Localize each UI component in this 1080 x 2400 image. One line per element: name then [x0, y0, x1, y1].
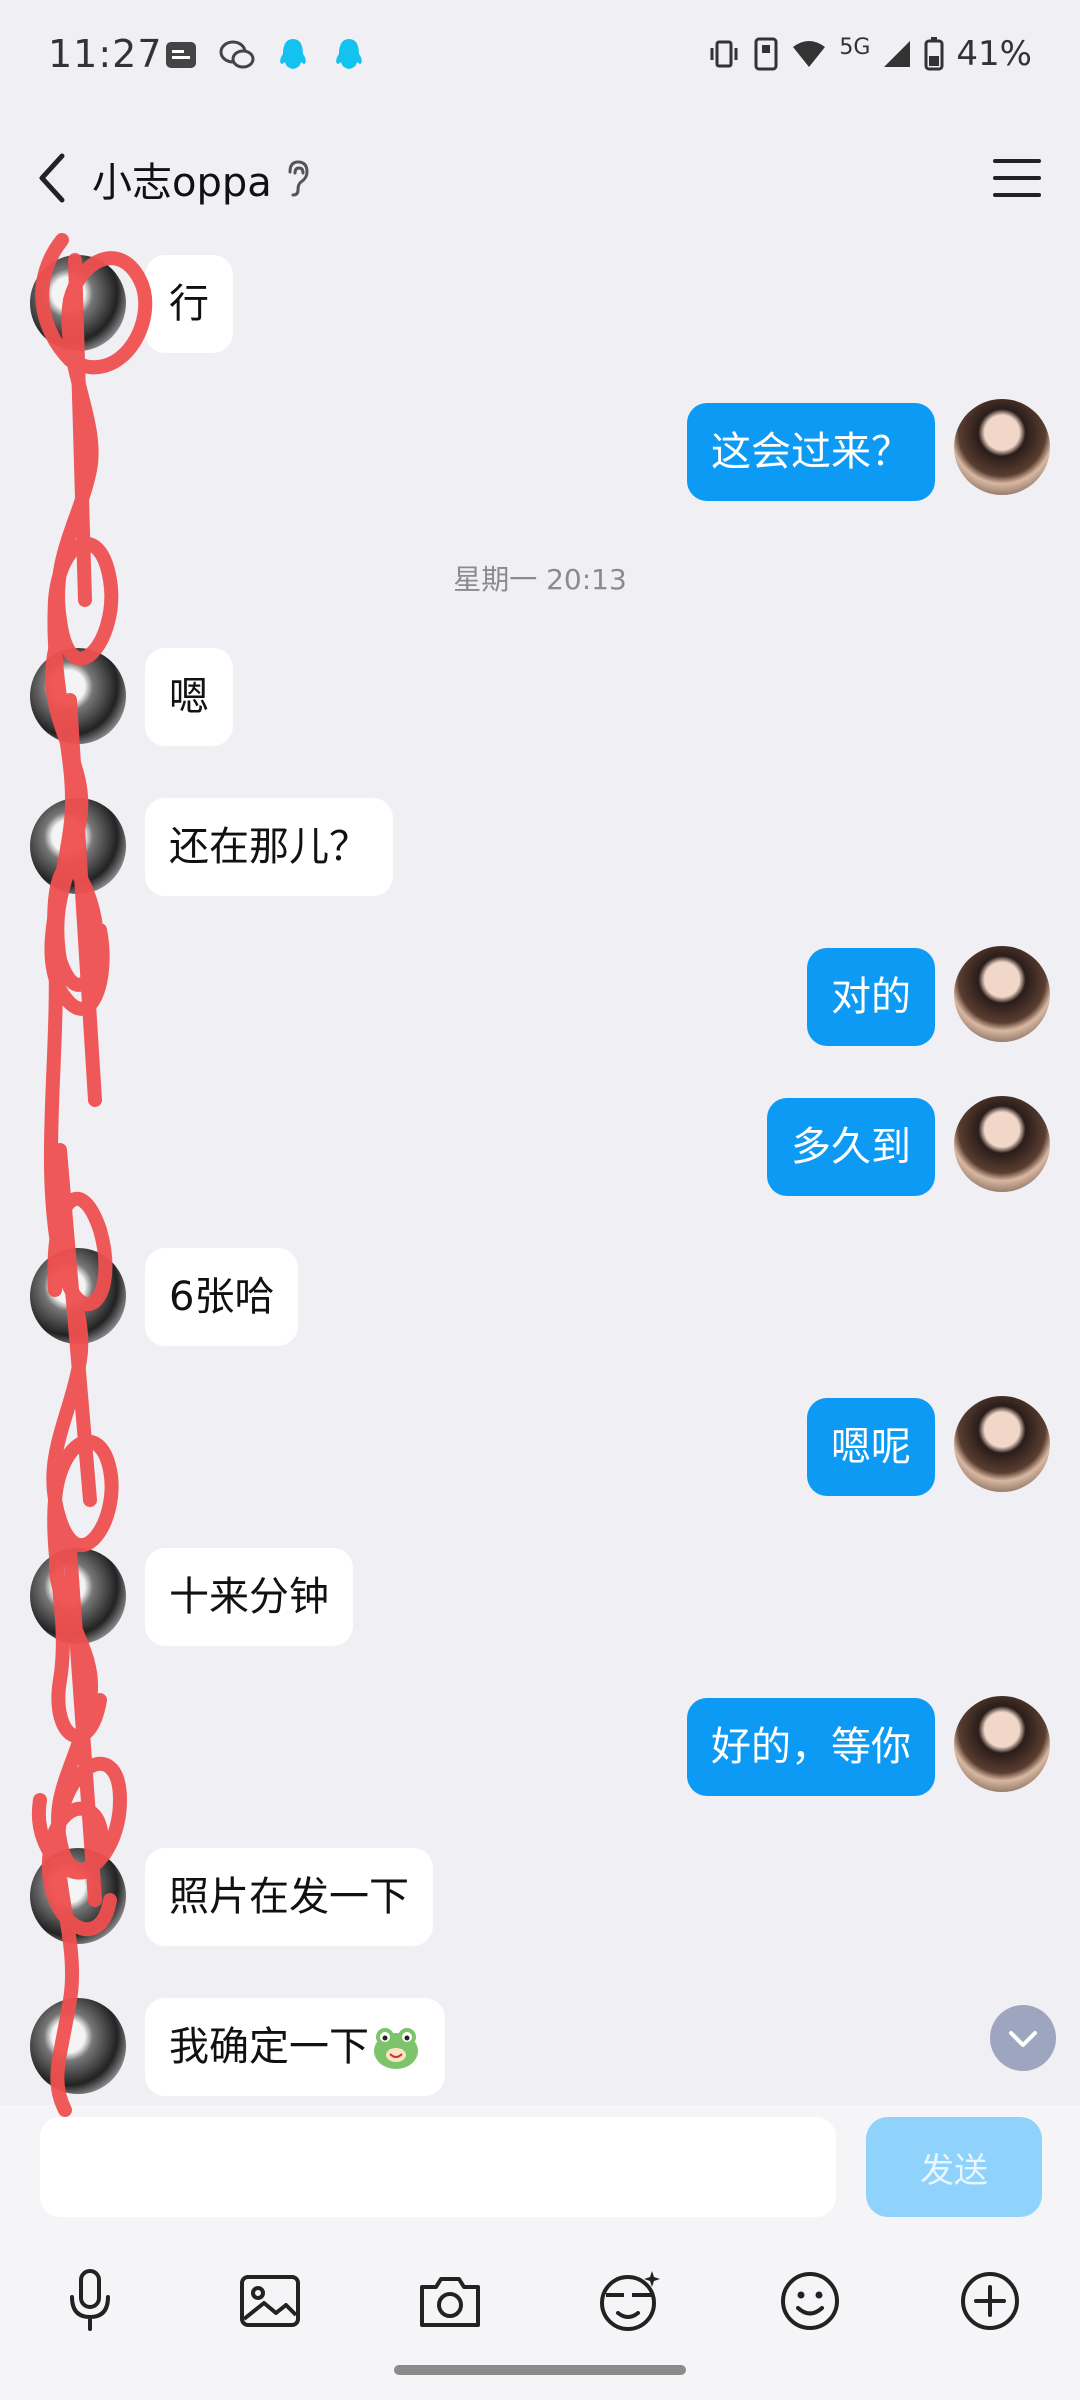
image-icon[interactable]	[234, 2265, 306, 2337]
contact-avatar[interactable]	[30, 255, 126, 351]
network-type: 5G	[839, 34, 871, 60]
contact-avatar[interactable]	[30, 1548, 126, 1644]
status-indicators: 5G 41%	[707, 34, 1032, 74]
contact-avatar[interactable]	[30, 1248, 126, 1344]
sticker-icon[interactable]	[594, 2265, 666, 2337]
frog-emoji-icon	[374, 2028, 418, 2069]
ear-icon[interactable]	[282, 158, 312, 198]
my-avatar[interactable]	[954, 1096, 1050, 1192]
contact-avatar[interactable]	[30, 1848, 126, 1944]
my-avatar[interactable]	[954, 1696, 1050, 1792]
chat-title[interactable]: 小志oppa	[92, 150, 272, 208]
scroll-to-bottom-button[interactable]	[990, 2005, 1056, 2071]
message-text: 嗯呢	[831, 1424, 911, 1470]
message-text: 6张哈	[169, 1274, 275, 1320]
contact-avatar[interactable]	[30, 648, 126, 744]
message-notification-icon	[166, 42, 196, 68]
my-avatar[interactable]	[954, 1396, 1050, 1492]
message-text: 照片在发一下	[169, 1874, 409, 1920]
qq-icon	[280, 39, 306, 69]
nfc-icon	[754, 37, 778, 71]
message-bubble-outgoing[interactable]: 这会过来？	[687, 403, 935, 501]
message-bubble-outgoing[interactable]: 好的，等你	[687, 1698, 935, 1796]
message-text: 行	[169, 281, 209, 327]
plus-icon[interactable]	[954, 2265, 1026, 2337]
message-input[interactable]	[40, 2117, 836, 2217]
message-bubble-incoming[interactable]: 还在那儿？	[145, 798, 393, 896]
home-indicator[interactable]	[394, 2365, 686, 2375]
status-time: 11:27	[48, 32, 163, 76]
chat-header: 小志oppa	[0, 120, 1080, 235]
wechat-icon	[219, 40, 255, 69]
message-bubble-outgoing[interactable]: 对的	[807, 948, 935, 1046]
notification-icons	[162, 36, 368, 74]
message-bubble-incoming[interactable]: 我确定一下	[145, 1998, 445, 2096]
timestamp: 星期一 20:13	[453, 563, 627, 596]
my-avatar[interactable]	[954, 399, 1050, 495]
battery-percent: 41%	[956, 34, 1032, 74]
vibrate-icon	[710, 40, 738, 68]
input-area: 发送	[0, 2105, 1080, 2400]
message-bubble-outgoing[interactable]: 嗯呢	[807, 1398, 935, 1496]
message-text: 十来分钟	[169, 1574, 329, 1620]
microphone-icon[interactable]	[54, 2265, 126, 2337]
message-text: 我确定一下	[169, 2024, 369, 2070]
contact-avatar[interactable]	[30, 1998, 126, 2094]
message-bubble-incoming[interactable]: 照片在发一下	[145, 1848, 433, 1946]
my-avatar[interactable]	[954, 946, 1050, 1042]
message-text: 对的	[831, 974, 911, 1020]
message-text: 多久到	[791, 1124, 911, 1170]
message-text: 还在那儿？	[169, 824, 369, 870]
signal-icon	[884, 41, 911, 67]
emoji-icon[interactable]	[774, 2265, 846, 2337]
input-toolbar	[0, 2265, 1080, 2355]
menu-icon[interactable]	[992, 156, 1042, 200]
message-bubble-incoming[interactable]: 行	[145, 255, 233, 353]
battery-icon	[924, 37, 944, 71]
camera-icon[interactable]	[414, 2265, 486, 2337]
wifi-icon	[793, 41, 826, 67]
message-text: 嗯	[169, 674, 209, 720]
message-bubble-incoming[interactable]: 嗯	[145, 648, 233, 746]
message-list[interactable]: 行 这会过来？ 星期一 20:13 嗯 还在那儿？ 对的 多久到 6张哈 嗯呢 …	[0, 235, 1080, 2105]
qq-icon-2	[336, 39, 362, 69]
message-text: 好的，等你	[711, 1724, 911, 1770]
message-bubble-incoming[interactable]: 6张哈	[145, 1248, 299, 1346]
chevron-down-icon	[1009, 2031, 1037, 2047]
contact-avatar[interactable]	[30, 798, 126, 894]
send-button[interactable]: 发送	[866, 2117, 1042, 2217]
status-bar: 11:27 5G 41%	[0, 0, 1080, 115]
back-arrow-icon[interactable]	[28, 148, 74, 208]
message-bubble-incoming[interactable]: 十来分钟	[145, 1548, 353, 1646]
message-bubble-outgoing[interactable]: 多久到	[767, 1098, 935, 1196]
message-text: 这会过来？	[711, 429, 911, 475]
